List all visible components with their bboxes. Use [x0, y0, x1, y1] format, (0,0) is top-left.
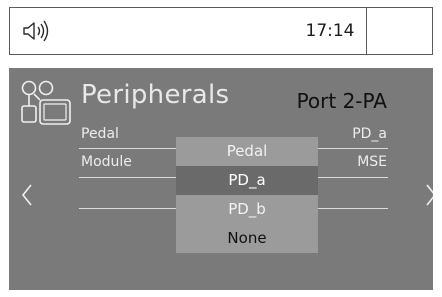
row2-line-right	[318, 177, 388, 178]
dropdown-option-pd-b[interactable]: PD_b	[176, 195, 318, 224]
dropdown-option-pd-a[interactable]: PD_a	[176, 166, 318, 195]
chevron-right-icon[interactable]	[423, 182, 433, 208]
row2-line-left	[79, 177, 176, 178]
row3-line-right	[318, 208, 388, 209]
page-title: Peripherals	[81, 80, 230, 110]
clock-time: 17:14	[305, 21, 355, 41]
device-frame: 17:14 Peripherals Port 2-PA Pedal Module…	[0, 0, 442, 297]
value-pd-a[interactable]: PD_a	[352, 126, 387, 142]
peripherals-screen: Peripherals Port 2-PA Pedal Module PD_a …	[9, 68, 433, 290]
status-bar: 17:14	[9, 7, 433, 55]
label-pedal: Pedal	[81, 126, 119, 142]
port-label: Port 2-PA	[296, 89, 387, 113]
row1-line-right	[318, 148, 388, 149]
row3-line-left	[79, 208, 176, 209]
peripherals-icon	[21, 80, 71, 125]
value-mse[interactable]: MSE	[357, 154, 387, 170]
status-divider	[366, 8, 367, 54]
speaker-icon[interactable]	[22, 20, 52, 42]
row1-line-left	[79, 148, 176, 149]
dropdown-option-pedal[interactable]: Pedal	[176, 137, 318, 166]
label-module: Module	[81, 154, 132, 170]
chevron-left-icon[interactable]	[19, 182, 35, 208]
peripheral-dropdown[interactable]: Pedal PD_a PD_b None	[176, 137, 318, 253]
dropdown-option-none[interactable]: None	[176, 224, 318, 253]
